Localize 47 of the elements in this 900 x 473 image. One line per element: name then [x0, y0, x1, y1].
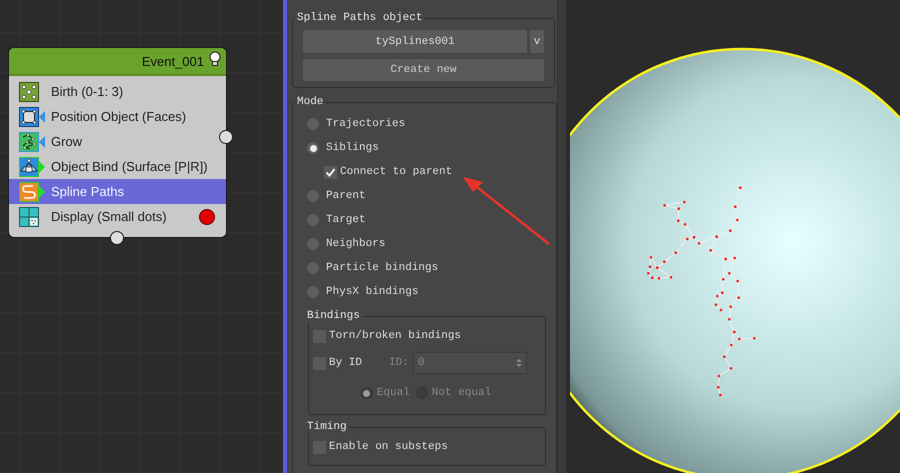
radio-button[interactable] — [307, 286, 319, 298]
operator-row[interactable]: Display (Small dots) — [9, 204, 226, 229]
operator-row[interactable]: Birth (0-1: 3) — [9, 79, 226, 104]
scrollbar[interactable] — [557, 0, 566, 473]
radio-button[interactable] — [307, 190, 319, 202]
option-label[interactable]: Siblings — [326, 142, 379, 154]
option-label[interactable]: Neighbors — [326, 238, 386, 250]
checkbox-label[interactable]: Connect to parent — [340, 166, 452, 178]
square-icon — [19, 106, 39, 126]
group-title: Timing — [306, 421, 348, 433]
radio-button[interactable] — [307, 118, 319, 130]
option-label[interactable]: Parent — [326, 190, 366, 202]
group-title: Mode — [296, 96, 324, 108]
group-title: Bindings — [306, 310, 361, 322]
output-connector[interactable] — [219, 130, 233, 144]
id-spinner-field: 0 — [412, 352, 527, 374]
option-label: Not equal — [432, 387, 492, 399]
network-icon — [19, 132, 39, 152]
checkbox-label[interactable]: Enable on substeps — [329, 441, 448, 453]
create-new-button[interactable]: Create new — [303, 59, 544, 81]
bottom-connector[interactable] — [110, 231, 124, 245]
radio-button[interactable] — [307, 238, 319, 250]
display-color-icon[interactable] — [199, 209, 215, 225]
object-dropdown[interactable]: tySplines001 — [303, 30, 527, 53]
panes-icon — [19, 206, 39, 226]
field-label: ID: — [389, 357, 409, 369]
lock-icon — [19, 156, 39, 176]
option-label[interactable]: Target — [326, 214, 366, 226]
node-title: Event_001 — [142, 54, 204, 68]
radio-button[interactable] — [307, 214, 319, 226]
operator-row[interactable]: Object Bind (Surface [P|R]) — [9, 154, 226, 179]
operator-row[interactable]: Position Object (Faces) — [9, 104, 226, 129]
light-bulb-icon[interactable] — [208, 50, 222, 66]
option-label[interactable]: Particle bindings — [326, 262, 438, 274]
radio-button[interactable] — [307, 142, 319, 154]
option-label[interactable]: PhysX bindings — [326, 286, 418, 298]
option-label[interactable]: Trajectories — [326, 118, 406, 130]
option-label: Equal — [376, 387, 410, 399]
dots-grid-icon — [19, 82, 39, 102]
radio-button[interactable] — [307, 262, 319, 274]
curve-icon — [19, 182, 39, 202]
operator-row[interactable]: Spline Paths — [9, 179, 226, 204]
group-title: Spline Paths object — [296, 12, 424, 24]
checkbox-label[interactable]: Torn/broken bindings — [329, 330, 462, 342]
dropdown-button[interactable]: v — [530, 30, 544, 53]
checkbox[interactable] — [324, 166, 337, 178]
event-node[interactable]: Event_001 Birth (0-1: 3) Position Object (Faces) Grow Object Bind (Surface [P|R]) Spline Paths Display (Small dots) — [8, 47, 227, 238]
